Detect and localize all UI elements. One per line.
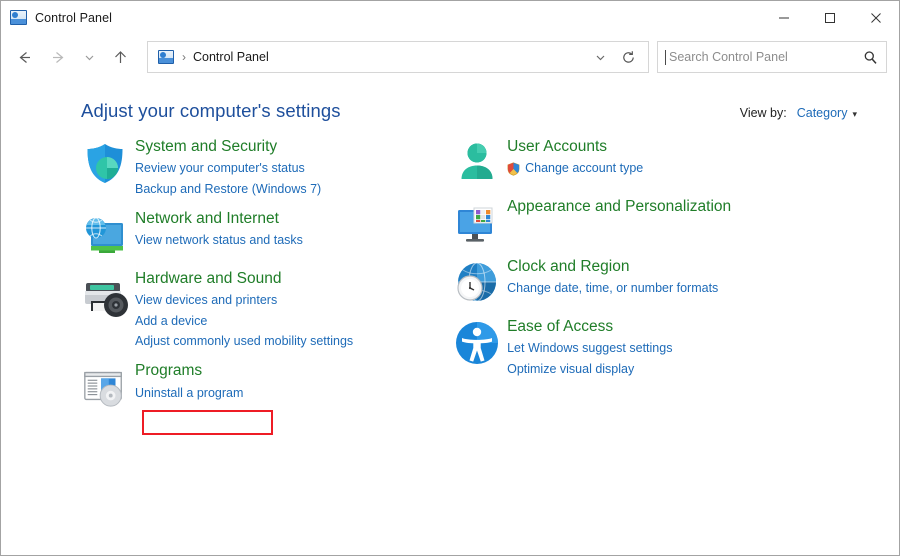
minimize-icon[interactable] [761,1,807,34]
title-bar: Control Panel [1,1,899,34]
network-globe-monitor-icon[interactable] [81,208,135,259]
category-title[interactable]: Clock and Region [507,256,718,278]
page-title: Adjust your computer's settings [81,100,341,122]
category-link[interactable]: View devices and printers [135,290,353,310]
window-controls [761,1,899,34]
category-appearance-and-personalization: Appearance and Personalization [453,196,899,247]
category-body: User Accounts Change account type [507,136,643,179]
breadcrumb-path[interactable]: Control Panel [193,50,269,64]
up-arrow-icon[interactable] [103,40,137,74]
category-link[interactable]: Add a device [135,311,353,331]
printer-speaker-icon[interactable] [81,268,135,319]
view-by-value[interactable]: Category [797,106,848,120]
category-clock-and-region: Clock and Region Change date, time, or n… [453,256,899,307]
view-by-chevron-down-icon[interactable]: ▾ [852,110,857,119]
maximize-icon[interactable] [807,1,853,34]
category-link[interactable]: Review your computer's status [135,158,321,178]
search-input[interactable]: Search Control Panel [669,50,863,64]
content-area: Adjust your computer's settings View by:… [1,80,899,555]
category-title[interactable]: Appearance and Personalization [507,196,731,218]
content-header: Adjust your computer's settings View by:… [1,80,899,122]
category-body: Clock and Region Change date, time, or n… [507,256,718,299]
category-title[interactable]: Hardware and Sound [135,268,353,290]
search-icon[interactable] [863,50,878,65]
category-columns: System and Security Review your computer… [1,122,899,418]
control-panel-window: Control Panel [0,0,900,556]
text-caret [665,50,666,65]
control-panel-icon [10,10,27,25]
window-title: Control Panel [35,11,112,25]
category-network-and-internet: Network and Internet View network status… [81,208,450,259]
category-title[interactable]: System and Security [135,136,321,158]
category-link-uninstall-a-program[interactable]: Uninstall a program [135,383,243,403]
category-link[interactable]: Let Windows suggest settings [507,338,672,358]
category-title[interactable]: Network and Internet [135,208,303,230]
shield-icon[interactable] [81,136,135,187]
category-system-and-security: System and Security Review your computer… [81,136,450,199]
forward-arrow-icon[interactable] [41,40,75,74]
view-by-control: View by: Category ▾ [740,100,857,120]
category-hardware-and-sound: Hardware and Sound View devices and prin… [81,268,450,351]
view-by-label: View by: [740,106,787,120]
category-title[interactable]: Programs [135,360,243,382]
appearance-monitor-icon[interactable] [453,196,507,247]
category-link[interactable]: View network status and tasks [135,230,303,250]
category-link[interactable]: Change date, time, or number formats [507,278,718,298]
back-arrow-icon[interactable] [7,40,41,74]
user-account-icon[interactable] [453,136,507,187]
category-body: Programs Uninstall a program [135,360,243,403]
clock-globe-icon[interactable] [453,256,507,307]
category-programs: Programs Uninstall a program [81,360,450,409]
category-link[interactable]: Adjust commonly used mobility settings [135,331,353,351]
address-control-panel-icon [158,50,174,64]
category-body: Network and Internet View network status… [135,208,303,251]
history-chevron-down-icon[interactable] [75,40,103,74]
breadcrumb-separator: › [182,50,186,64]
uac-shield-icon [507,162,520,176]
search-control-panel-box[interactable]: Search Control Panel [657,41,887,73]
address-bar[interactable]: › Control Panel [147,41,649,73]
category-link[interactable]: Backup and Restore (Windows 7) [135,179,321,199]
category-link-change-account-type[interactable]: Change account type [507,158,643,178]
link-text: Change account type [525,158,643,178]
ease-of-access-icon[interactable] [453,316,507,367]
category-link[interactable]: Optimize visual display [507,359,672,379]
left-column: System and Security Review your computer… [1,136,450,418]
category-title[interactable]: User Accounts [507,136,643,158]
category-body: Ease of Access Let Windows suggest setti… [507,316,672,379]
category-title[interactable]: Ease of Access [507,316,672,338]
close-icon[interactable] [853,1,899,34]
programs-disc-icon[interactable] [81,360,135,409]
refresh-icon[interactable] [614,42,642,72]
category-ease-of-access: Ease of Access Let Windows suggest setti… [453,316,899,379]
navigation-bar: › Control Panel Search Control Panel [1,34,899,80]
right-column: User Accounts Change account type [450,136,899,418]
category-body: System and Security Review your computer… [135,136,321,199]
address-chevron-down-icon[interactable] [586,42,614,72]
category-user-accounts: User Accounts Change account type [453,136,899,187]
category-body: Appearance and Personalization [507,196,731,218]
category-body: Hardware and Sound View devices and prin… [135,268,353,351]
